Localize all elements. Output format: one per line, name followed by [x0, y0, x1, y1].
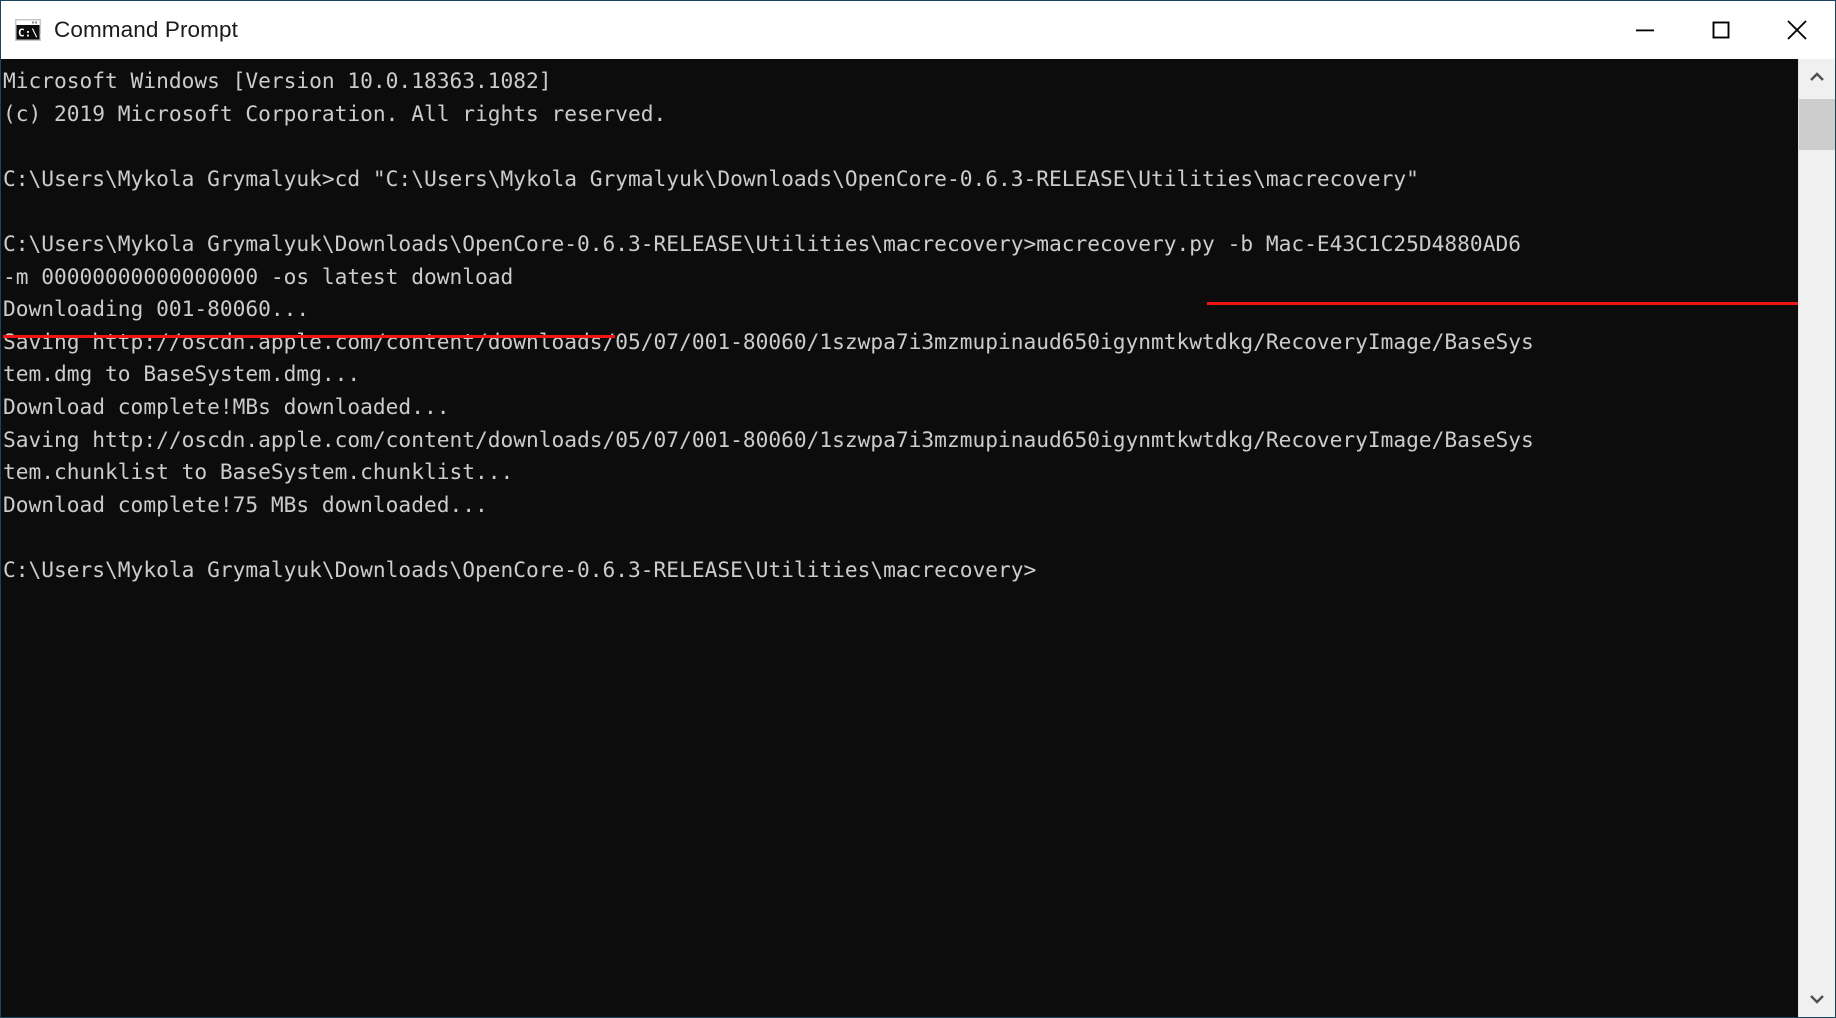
svg-text:C:\.: C:\.	[18, 26, 41, 39]
console-output[interactable]: Microsoft Windows [Version 10.0.18363.10…	[1, 59, 1798, 1017]
console-line: Microsoft Windows [Version 10.0.18363.10…	[3, 68, 552, 93]
window-controls	[1607, 1, 1835, 58]
console-line: (c) 2019 Microsoft Corporation. All righ…	[3, 100, 667, 126]
console-scrollbar[interactable]	[1798, 59, 1835, 1017]
command-underline-line1	[1207, 302, 1798, 305]
chevron-down-icon	[1810, 995, 1824, 1004]
console-line-command: C:\Users\Mykola Grymalyuk\Downloads\Open…	[3, 230, 1521, 256]
scrollbar-track[interactable]	[1799, 95, 1835, 981]
title-bar[interactable]: C:\. Command Prompt	[1, 1, 1835, 59]
command-underline-line2	[3, 335, 615, 338]
console-line: Download complete!MBs downloaded...	[3, 393, 450, 419]
scroll-up-button[interactable]	[1799, 59, 1835, 95]
close-button[interactable]	[1759, 1, 1835, 58]
maximize-button[interactable]	[1683, 1, 1759, 58]
scrollbar-thumb[interactable]	[1799, 99, 1835, 150]
console-line: Saving http://oscdn.apple.com/content/do…	[3, 426, 1534, 452]
console-line-command-wrap: -m 00000000000000000 -os latest download	[3, 263, 514, 289]
scroll-down-button[interactable]	[1799, 981, 1835, 1017]
console-line-prompt: C:\Users\Mykola Grymalyuk\Downloads\Open…	[3, 556, 1037, 582]
title-bar-left: C:\. Command Prompt	[1, 17, 1607, 43]
minimize-button[interactable]	[1607, 1, 1683, 58]
console-line: tem.chunklist to BaseSystem.chunklist...	[3, 459, 514, 485]
cmd-console-icon: C:\.	[15, 18, 45, 41]
window-title: Command Prompt	[54, 16, 238, 42]
console-line: Downloading 001-80060...	[3, 296, 310, 322]
console-line: Download complete!75 MBs downloaded...	[3, 491, 488, 517]
chevron-up-icon	[1810, 72, 1824, 81]
console-line: tem.dmg to BaseSystem.dmg...	[3, 361, 361, 387]
console-line: Saving http://oscdn.apple.com/content/do…	[3, 328, 1534, 354]
command-prompt-window: C:\. Command Prompt	[0, 0, 1836, 1018]
console-text: Microsoft Windows [Version 10.0.18363.10…	[1, 59, 1798, 587]
console-area: Microsoft Windows [Version 10.0.18363.10…	[1, 59, 1835, 1017]
console-line: C:\Users\Mykola Grymalyuk>cd "C:\Users\M…	[3, 165, 1419, 191]
